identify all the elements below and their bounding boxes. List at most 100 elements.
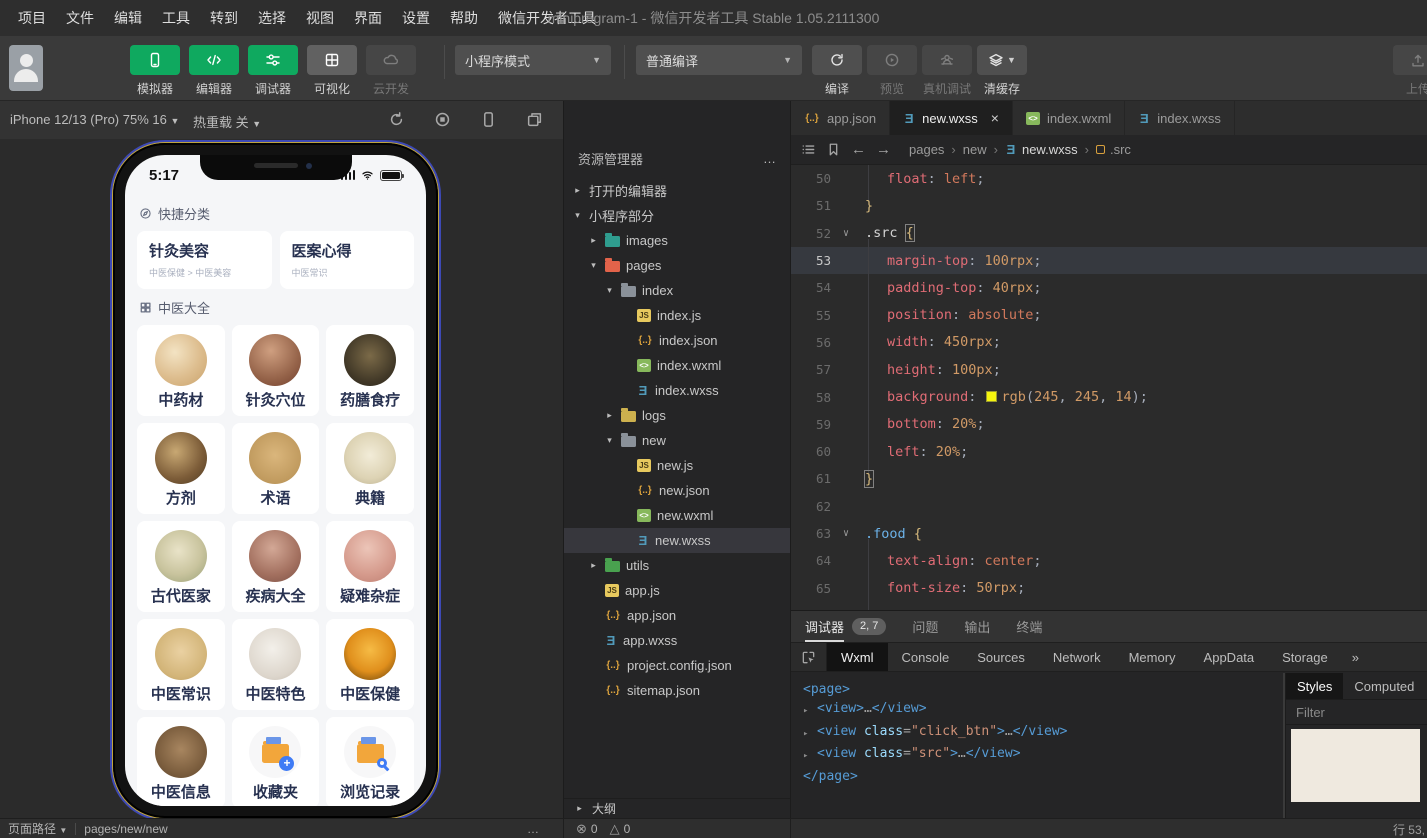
breadcrumb-item[interactable]: pages bbox=[909, 142, 944, 157]
tree-item[interactable]: JS new.js bbox=[564, 453, 790, 478]
breadcrumb-item[interactable]: new bbox=[963, 142, 987, 157]
tree-item[interactable]: ▾ 小程序部分 bbox=[564, 203, 790, 228]
category-item[interactable]: 中医信息 bbox=[137, 717, 225, 806]
phone-screen[interactable]: 5:17 快捷分类 针灸美容 中医保健 > 中医美容 医案心得 中医常识 中医大… bbox=[125, 155, 426, 806]
more-tabs-icon[interactable]: » bbox=[1342, 650, 1369, 665]
close-icon[interactable]: × bbox=[991, 110, 999, 126]
styles-filter-input[interactable] bbox=[1296, 705, 1417, 720]
hot-reload-toggle[interactable]: 热重载 关 ▼ bbox=[193, 112, 261, 131]
code-line[interactable]: 50 float: left; bbox=[791, 165, 1427, 201]
category-item[interactable]: 中医常识 bbox=[137, 619, 225, 710]
warning-count[interactable]: △ 0 bbox=[610, 821, 631, 837]
page-path-label[interactable]: 页面路径 ▼ bbox=[8, 820, 67, 837]
editor-tab[interactable]: Ǝindex.wxss bbox=[1125, 101, 1235, 135]
category-item[interactable]: 浏览记录 bbox=[326, 717, 414, 806]
menu-item[interactable]: 帮助 bbox=[440, 0, 488, 36]
devtools-tab[interactable]: Console bbox=[888, 643, 964, 671]
code-line[interactable]: 51 } bbox=[791, 192, 1427, 219]
devtools-tab[interactable]: Network bbox=[1039, 643, 1115, 671]
copy-icon[interactable] bbox=[176, 822, 189, 835]
mode-select[interactable]: 小程序模式 ▼ bbox=[455, 45, 611, 75]
debugger-tab[interactable]: 调试器 2, 7 bbox=[805, 611, 887, 642]
code-line[interactable]: 57 height: 100px; bbox=[791, 347, 1427, 392]
debugger-tab[interactable]: 输出 bbox=[964, 611, 990, 642]
code-line[interactable]: 54 padding-top: 40rpx; bbox=[791, 265, 1427, 310]
tree-item[interactable]: {..} new.json bbox=[564, 478, 790, 503]
eye-icon[interactable] bbox=[496, 822, 509, 835]
code-line[interactable]: 52 ∨ .src { bbox=[791, 220, 1427, 247]
code-line[interactable]: 55 position: absolute; bbox=[791, 293, 1427, 338]
category-item[interactable]: 典籍 bbox=[326, 423, 414, 514]
devtools-tab[interactable]: Wxml bbox=[827, 643, 888, 671]
devtools-tab[interactable]: AppData bbox=[1190, 643, 1269, 671]
forward-icon[interactable]: → bbox=[876, 141, 891, 158]
tree-item[interactable]: ▸ images bbox=[564, 228, 790, 253]
menu-item[interactable]: 设置 bbox=[392, 0, 440, 36]
tree-item[interactable]: ▾ pages bbox=[564, 253, 790, 278]
menu-item[interactable]: 项目 bbox=[8, 0, 56, 36]
wxml-node[interactable]: <page> bbox=[803, 680, 1283, 699]
user-avatar[interactable] bbox=[9, 45, 43, 91]
bookmark-icon[interactable] bbox=[826, 142, 841, 157]
tree-item[interactable]: {..} index.json bbox=[564, 328, 790, 353]
tree-item[interactable]: ▸ logs bbox=[564, 403, 790, 428]
tree-item[interactable]: Ǝ new.wxss bbox=[564, 528, 790, 553]
device-selector[interactable]: iPhone 12/13 (Pro) 75% 16 ▼ bbox=[10, 112, 179, 127]
toolbar-clear-cache-button[interactable]: ▼ 清缓存 bbox=[977, 45, 1027, 97]
tree-item[interactable]: Ǝ app.wxss bbox=[564, 628, 790, 653]
tree-item[interactable]: JS index.js bbox=[564, 303, 790, 328]
more-icon[interactable]: … bbox=[527, 822, 541, 836]
code-line[interactable]: 61 } bbox=[791, 465, 1427, 492]
code-editor[interactable]: 50 float: left; 51 } 52 ∨ .src { 53 marg… bbox=[791, 165, 1427, 610]
category-item[interactable]: 针灸穴位 bbox=[231, 325, 320, 416]
fold-icon[interactable]: ∨ bbox=[843, 528, 861, 539]
list-icon[interactable] bbox=[801, 142, 816, 157]
expand-icon[interactable]: ▸ bbox=[803, 744, 817, 766]
tree-item[interactable]: <> index.wxml bbox=[564, 353, 790, 378]
code-line[interactable]: 59 bottom: 20%; bbox=[791, 402, 1427, 447]
menu-item[interactable]: 视图 bbox=[296, 0, 344, 36]
tree-item[interactable]: JS app.js bbox=[564, 578, 790, 603]
code-line[interactable]: 63 ∨ .food { bbox=[791, 520, 1427, 547]
wxml-node[interactable]: ▸ <view>…</view> bbox=[803, 699, 1283, 721]
styles-tab[interactable]: Styles bbox=[1286, 673, 1344, 699]
debugger-tab[interactable]: 终端 bbox=[1016, 611, 1042, 642]
device-icon[interactable] bbox=[480, 111, 497, 128]
editor-tab[interactable]: <> index.wxml bbox=[1012, 101, 1126, 135]
inspect-element-icon[interactable] bbox=[791, 643, 827, 671]
code-line[interactable]: 65 font-size: 50rpx; bbox=[791, 566, 1427, 610]
toolbar-preview-button[interactable]: 预览 bbox=[867, 45, 917, 97]
error-count[interactable]: ⊗ 0 bbox=[576, 821, 598, 837]
toolbar-cloud-dev-button[interactable]: 云开发 bbox=[366, 45, 416, 97]
menu-item[interactable]: 文件 bbox=[56, 0, 104, 36]
toolbar-visualizer-button[interactable]: 可视化 bbox=[307, 45, 357, 97]
code-line[interactable]: 56 width: 450rpx; bbox=[791, 320, 1427, 365]
expand-icon[interactable]: ▸ bbox=[803, 699, 817, 721]
expand-icon[interactable]: ▸ bbox=[803, 722, 817, 744]
record-icon[interactable] bbox=[434, 111, 451, 128]
toolbar-device-debug-button[interactable]: 真机调试 bbox=[922, 45, 972, 97]
debugger-tab[interactable]: 问题 bbox=[912, 611, 938, 642]
devtools-tab[interactable]: Sources bbox=[963, 643, 1039, 671]
back-icon[interactable]: ← bbox=[851, 141, 866, 158]
category-item[interactable]: 术语 bbox=[231, 423, 320, 514]
menu-item[interactable]: 编辑 bbox=[104, 0, 152, 36]
code-line[interactable]: 58 background: rgb(245, 245, 14); bbox=[791, 375, 1427, 420]
windows-icon[interactable] bbox=[526, 111, 543, 128]
category-item[interactable]: 中药材 bbox=[137, 325, 225, 416]
menu-item[interactable]: 转到 bbox=[200, 0, 248, 36]
tree-item[interactable]: Ǝ index.wxss bbox=[564, 378, 790, 403]
wxml-node[interactable]: </page> bbox=[803, 767, 1283, 786]
breadcrumb-item[interactable]: Ǝnew.wxss bbox=[1005, 142, 1078, 157]
category-item[interactable]: 疾病大全 bbox=[231, 521, 320, 612]
code-line[interactable]: 60 left: 20%; bbox=[791, 429, 1427, 474]
tree-item[interactable]: ▸ utils bbox=[564, 553, 790, 578]
toolbar-upload-button[interactable]: 上传 bbox=[1393, 45, 1427, 97]
cursor-position[interactable]: 行 53, bbox=[1393, 821, 1425, 838]
toolbar-simulator-button[interactable]: 模拟器 bbox=[130, 45, 180, 97]
editor-tab[interactable]: Ǝnew.wxss × bbox=[890, 101, 1013, 135]
wxml-node[interactable]: ▸ <view class="click_btn">…</view> bbox=[803, 722, 1283, 744]
quick-card[interactable]: 医案心得 中医常识 bbox=[279, 231, 414, 289]
quick-card[interactable]: 针灸美容 中医保健 > 中医美容 bbox=[137, 231, 272, 289]
tree-item[interactable]: ▾ new bbox=[564, 428, 790, 453]
